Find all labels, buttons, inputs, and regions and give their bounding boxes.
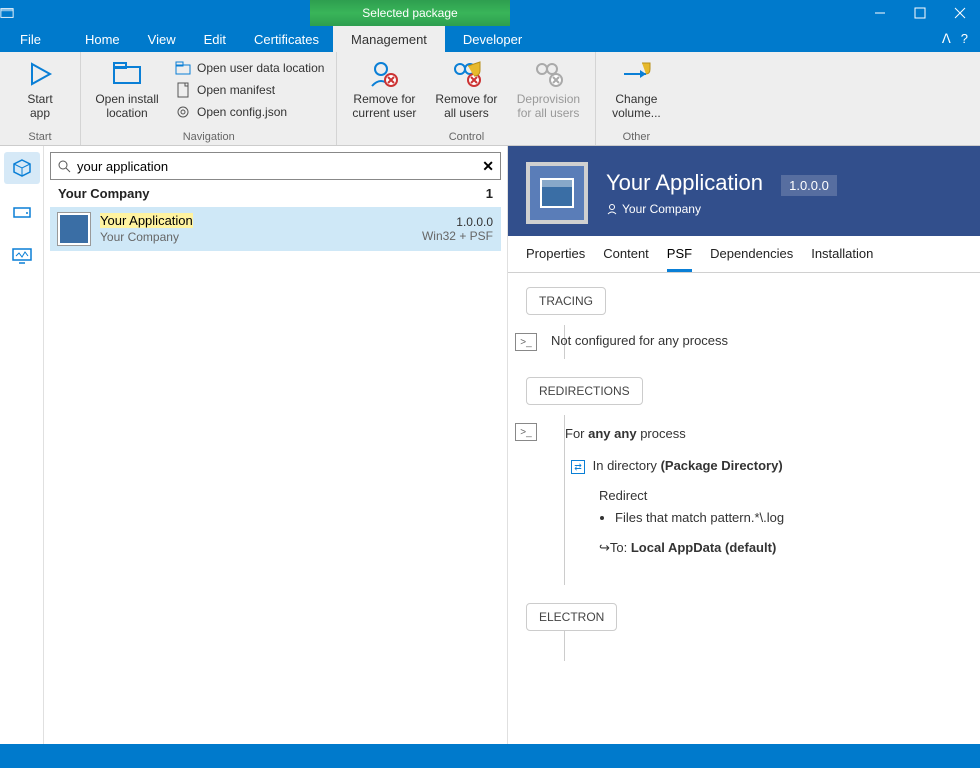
tab-certificates[interactable]: Certificates xyxy=(240,28,333,51)
package-icon xyxy=(12,158,32,178)
search-box[interactable]: ✕ xyxy=(50,152,501,180)
open-install-location-button[interactable]: Open install location xyxy=(89,56,165,120)
folder-small-icon xyxy=(175,60,191,76)
package-list-item[interactable]: Your Application Your Company 1.0.0.0 Wi… xyxy=(50,207,501,251)
tab-installation[interactable]: Installation xyxy=(811,246,873,272)
detail-tabs: Properties Content PSF Dependencies Inst… xyxy=(508,236,980,273)
rail-system-button[interactable] xyxy=(4,240,40,272)
app-icon xyxy=(0,6,28,20)
package-list-pane: ✕ Your Company 1 Your Application Your C… xyxy=(44,146,508,744)
ribbon: Start app Start Open install location Op… xyxy=(0,52,980,146)
collapse-ribbon-icon[interactable]: ᐱ xyxy=(942,31,951,47)
open-user-data-button[interactable]: Open user data location xyxy=(171,58,328,78)
deprovision-icon xyxy=(532,58,564,90)
open-config-button[interactable]: Open config.json xyxy=(171,102,328,122)
maximize-button[interactable] xyxy=(900,0,940,26)
section-tracing[interactable]: TRACING xyxy=(526,287,606,315)
menu-bar: File Home View Edit Certificates Managem… xyxy=(0,26,980,52)
ribbon-group-control: Control xyxy=(345,129,587,143)
package-type: Win32 + PSF xyxy=(422,229,493,243)
remove-current-user-button[interactable]: Remove for current user xyxy=(345,56,423,120)
rail-volumes-button[interactable] xyxy=(4,196,40,228)
deprovision-button: Deprovision for all users xyxy=(509,56,587,120)
drive-icon xyxy=(12,204,32,220)
folder-icon xyxy=(111,58,143,90)
tab-edit[interactable]: Edit xyxy=(190,28,240,51)
tracing-text: Not configured for any process xyxy=(551,333,728,348)
group-header: Your Company 1 xyxy=(50,180,501,207)
group-count: 1 xyxy=(486,186,493,201)
detail-pane: Your Application 1.0.0.0 Your Company Pr… xyxy=(508,146,980,744)
close-button[interactable] xyxy=(940,0,980,26)
tab-dependencies[interactable]: Dependencies xyxy=(710,246,793,272)
detail-publisher: Your Company xyxy=(622,202,701,216)
ribbon-group-navigation: Navigation xyxy=(89,129,328,143)
tab-developer[interactable]: Developer xyxy=(445,26,540,52)
redirect-target: Local AppData (default) xyxy=(631,540,776,555)
rail-packages-button[interactable] xyxy=(4,152,40,184)
monitor-icon xyxy=(11,247,33,265)
package-publisher: Your Company xyxy=(100,230,412,245)
person-icon xyxy=(606,203,618,215)
search-input[interactable] xyxy=(77,159,476,174)
gear-icon xyxy=(175,104,191,120)
minimize-button[interactable] xyxy=(860,0,900,26)
detail-version-badge: 1.0.0.0 xyxy=(781,175,837,196)
start-app-button[interactable]: Start app xyxy=(8,56,72,120)
tab-psf[interactable]: PSF xyxy=(667,246,692,272)
group-name: Your Company xyxy=(58,186,150,201)
tab-content[interactable]: Content xyxy=(603,246,649,272)
package-tile-icon xyxy=(58,213,90,245)
remove-all-users-button[interactable]: Remove for all users xyxy=(429,56,503,120)
change-volume-button[interactable]: Change volume... xyxy=(604,56,668,120)
console-icon: >_ xyxy=(515,423,537,441)
play-icon xyxy=(24,58,56,90)
detail-header: Your Application 1.0.0.0 Your Company xyxy=(508,146,980,236)
detail-app-icon xyxy=(526,162,588,224)
redirect-pattern: Files that match pattern.*\.log xyxy=(615,507,784,529)
folder-redir-icon: ⇄ xyxy=(571,460,585,474)
package-name: Your Application xyxy=(100,213,193,228)
icon-rail xyxy=(0,146,44,744)
section-redirections[interactable]: REDIRECTIONS xyxy=(526,377,643,405)
ribbon-group-start: Start xyxy=(8,129,72,143)
package-version: 1.0.0.0 xyxy=(422,215,493,229)
title-bar: MSIX Hero Selected package xyxy=(0,0,980,26)
main-area: ✕ Your Company 1 Your Application Your C… xyxy=(0,146,980,744)
console-icon: >_ xyxy=(515,333,537,351)
menu-file[interactable]: File xyxy=(6,28,55,51)
status-bar xyxy=(0,744,980,768)
tab-management[interactable]: Management xyxy=(333,26,445,52)
ribbon-group-other: Other xyxy=(604,129,668,143)
tab-properties[interactable]: Properties xyxy=(526,246,585,272)
tab-view[interactable]: View xyxy=(134,28,190,51)
clear-search-icon[interactable]: ✕ xyxy=(482,158,494,175)
detail-body: TRACING >_ Not configured for any proces… xyxy=(508,273,980,744)
search-icon xyxy=(57,159,71,173)
volume-change-icon xyxy=(620,58,652,90)
user-remove-icon xyxy=(368,58,400,90)
section-electron[interactable]: ELECTRON xyxy=(526,603,617,631)
users-remove-icon xyxy=(450,58,482,90)
tab-home[interactable]: Home xyxy=(71,28,134,51)
contextual-tab-label: Selected package xyxy=(310,0,510,26)
document-icon xyxy=(175,82,191,98)
help-icon[interactable]: ? xyxy=(961,31,968,47)
detail-title: Your Application xyxy=(606,170,763,195)
open-manifest-button[interactable]: Open manifest xyxy=(171,80,328,100)
